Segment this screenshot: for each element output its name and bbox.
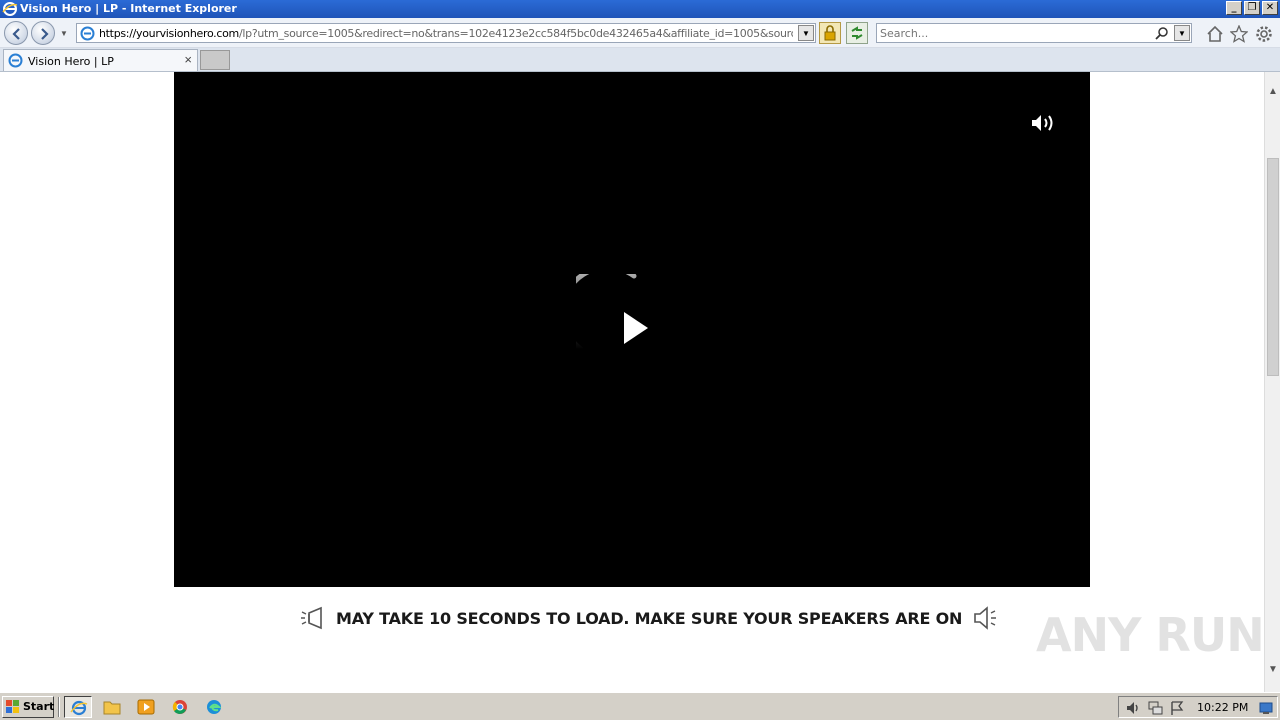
internet-explorer-icon — [70, 700, 88, 716]
vertical-scrollbar[interactable]: ▲ ▼ — [1264, 72, 1280, 692]
site-favicon-icon — [80, 26, 95, 41]
scroll-thumb[interactable] — [1267, 158, 1279, 376]
search-input[interactable] — [880, 26, 1150, 41]
taskbar-internet-explorer[interactable] — [64, 696, 92, 718]
start-label: Start — [23, 700, 55, 713]
volume-tray-icon[interactable] — [1125, 700, 1141, 716]
tab-bar: Vision Hero | LP × — [0, 48, 1280, 72]
url-host: https://yourvisionhero.com — [99, 27, 239, 40]
window-title: Vision Hero | LP - Internet Explorer — [20, 2, 237, 15]
taskbar-chrome[interactable] — [166, 696, 194, 718]
system-tray: 10:22 PM — [1118, 696, 1278, 718]
scroll-down-icon[interactable]: ▼ — [1265, 662, 1280, 678]
taskbar-clock[interactable]: 10:22 PM — [1197, 701, 1248, 714]
back-icon — [12, 28, 20, 40]
forward-icon — [41, 28, 49, 40]
play-icon — [624, 312, 648, 344]
search-icon[interactable] — [1155, 26, 1169, 40]
show-desktop-icon[interactable] — [1259, 701, 1273, 715]
network-tray-icon[interactable] — [1147, 700, 1163, 716]
tab-vision-hero[interactable]: Vision Hero | LP × — [3, 49, 198, 71]
address-url[interactable]: https://yourvisionhero.com/lp?utm_source… — [99, 27, 793, 40]
history-dropdown-icon[interactable]: ▼ — [60, 29, 68, 38]
settings-gear-icon[interactable] — [1255, 25, 1273, 43]
media-player-icon — [137, 699, 155, 715]
chrome-icon — [172, 700, 187, 714]
refresh-button[interactable] — [846, 22, 868, 44]
favorites-star-icon[interactable] — [1230, 25, 1248, 43]
play-button[interactable] — [576, 274, 666, 364]
lock-button[interactable] — [819, 22, 841, 44]
speaker-notice: MAY TAKE 10 SECONDS TO LOAD. MAKE SURE Y… — [300, 605, 998, 631]
edge-icon — [207, 700, 222, 714]
window-controls: _ ❐ ✕ — [1226, 1, 1278, 15]
taskbar-media-player[interactable] — [132, 696, 160, 718]
scroll-up-icon[interactable]: ▲ — [1265, 84, 1280, 100]
tab-label: Vision Hero | LP — [28, 55, 114, 68]
megaphone-left-icon — [301, 606, 322, 630]
internet-explorer-logo-icon — [2, 1, 18, 17]
new-tab-button[interactable] — [200, 50, 230, 70]
home-icon[interactable] — [1206, 25, 1224, 43]
close-button[interactable]: ✕ — [1262, 1, 1278, 15]
navigation-bar: ▼ https://yourvisionhero.com/lp?utm_sour… — [0, 18, 1280, 48]
anyrun-watermark: ANY RUN — [1036, 608, 1264, 662]
speaker-right-icon — [974, 606, 997, 630]
window-titlebar[interactable]: Vision Hero | LP - Internet Explorer _ ❐… — [0, 0, 1280, 18]
taskbar-edge[interactable] — [200, 696, 228, 718]
search-box[interactable]: ▼ — [876, 23, 1192, 43]
refresh-icon — [851, 26, 863, 40]
search-dropdown-icon[interactable]: ▼ — [1174, 25, 1190, 41]
action-center-flag-icon[interactable] — [1169, 700, 1185, 716]
folder-icon — [103, 701, 121, 715]
restore-button[interactable]: ❐ — [1244, 1, 1260, 15]
start-button[interactable]: Start — [2, 696, 54, 718]
windows-taskbar: Start 10:22 PM — [0, 692, 1280, 720]
taskbar-file-explorer[interactable] — [98, 696, 126, 718]
windows-logo-icon — [6, 700, 19, 713]
lock-icon — [824, 25, 836, 41]
page-content: MAY TAKE 10 SECONDS TO LOAD. MAKE SURE Y… — [0, 72, 1264, 692]
taskbar-separator — [58, 697, 60, 717]
notice-text: MAY TAKE 10 SECONDS TO LOAD. MAKE SURE Y… — [336, 608, 963, 628]
site-favicon-icon — [8, 53, 23, 68]
address-dropdown-icon[interactable]: ▼ — [798, 25, 814, 41]
forward-button[interactable] — [31, 21, 55, 45]
minimize-button[interactable]: _ — [1226, 1, 1242, 15]
tab-close-icon[interactable]: × — [184, 52, 192, 67]
volume-icon[interactable] — [1030, 112, 1058, 134]
video-player[interactable] — [174, 72, 1090, 587]
address-bar[interactable]: https://yourvisionhero.com/lp?utm_source… — [76, 23, 816, 43]
back-button[interactable] — [4, 21, 28, 45]
url-path: /lp?utm_source=1005&redirect=no&trans=10… — [238, 27, 793, 40]
